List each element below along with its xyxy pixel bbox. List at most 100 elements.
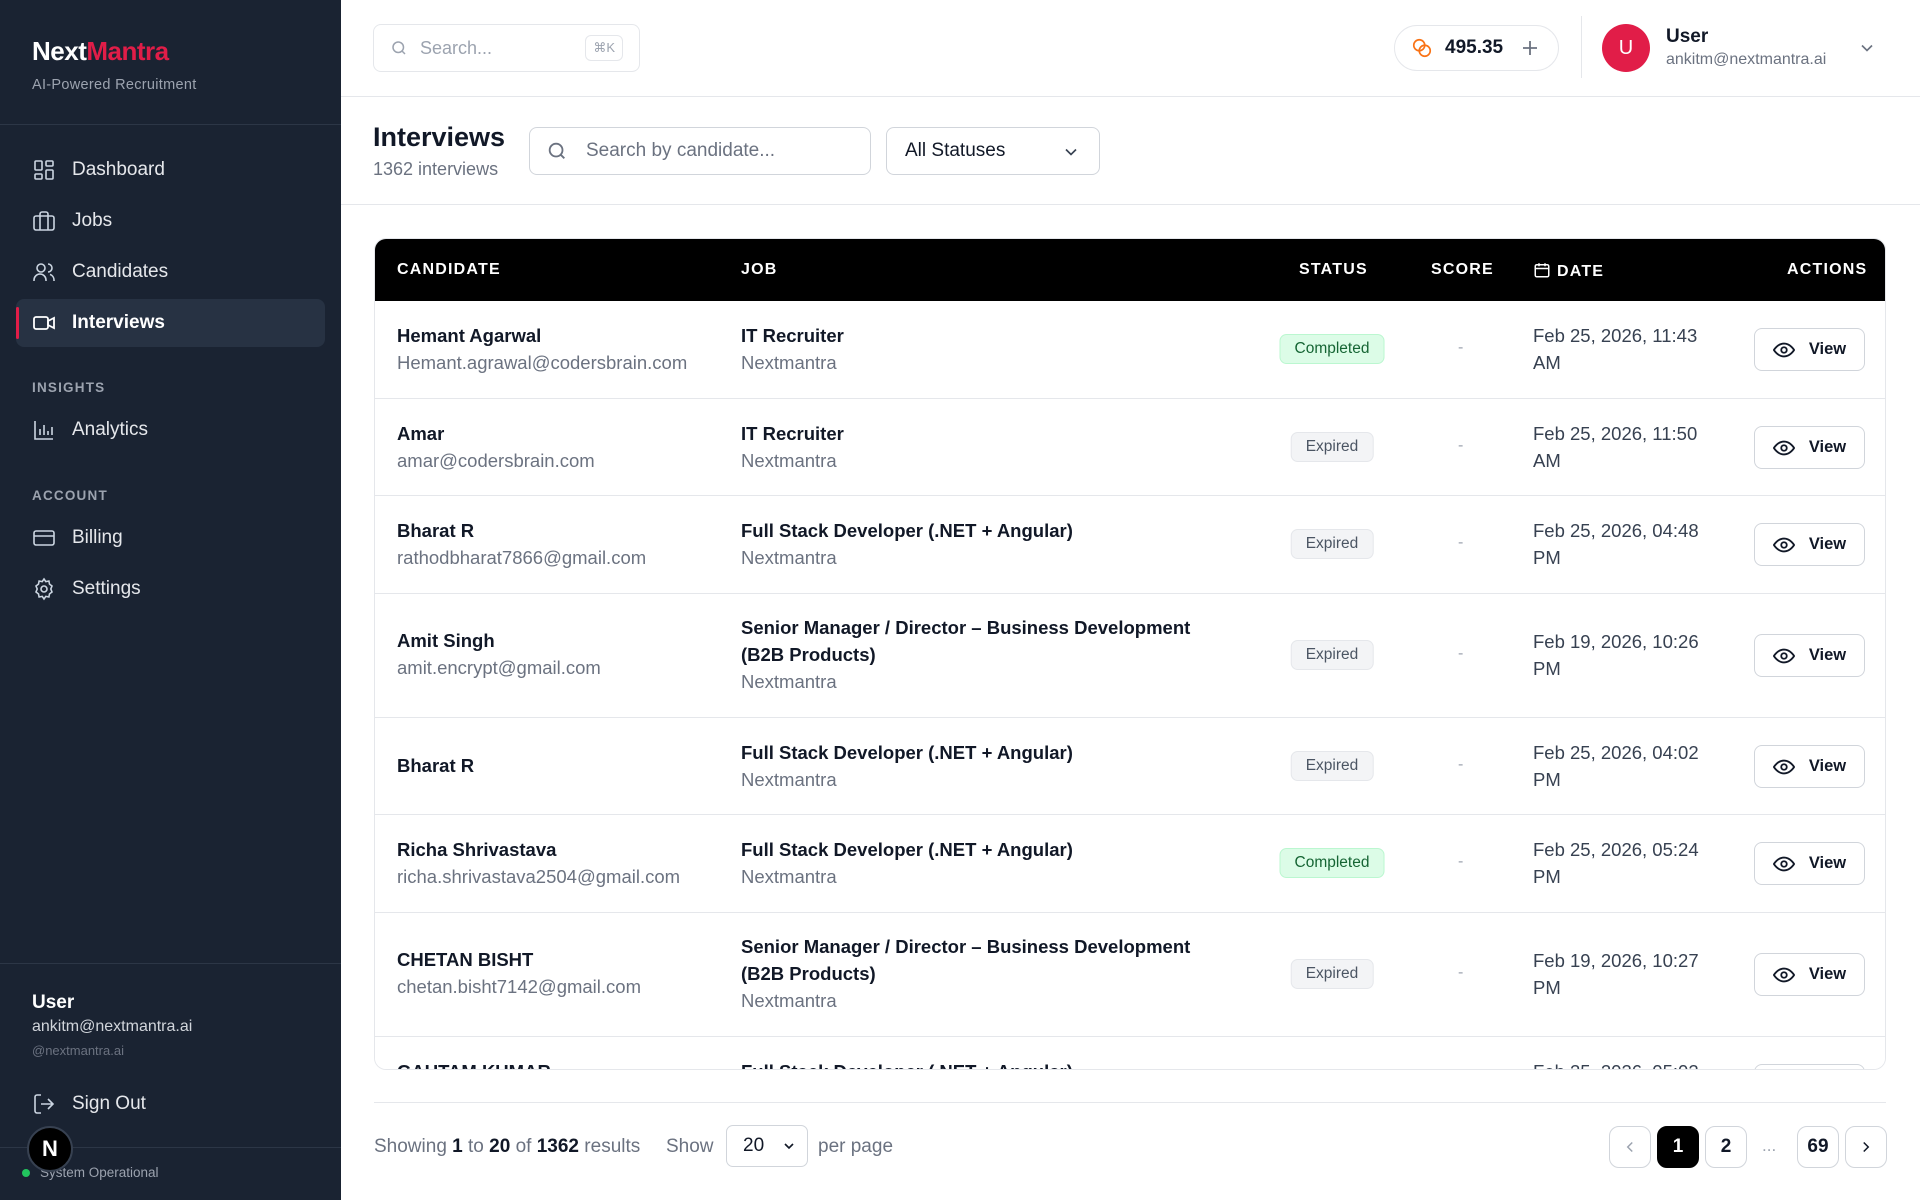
interview-date: Feb 19, 2026, 10:26 PM <box>1533 631 1699 679</box>
candidate-search-placeholder: Search by candidate... <box>586 140 776 161</box>
column-header-date[interactable]: DATE <box>1533 261 1604 281</box>
candidate-name: Richa Shrivastava <box>397 839 557 860</box>
dashboard-icon <box>34 160 54 180</box>
interview-date: Feb 25, 2026, 04:48 PM <box>1533 520 1699 568</box>
global-search-input[interactable]: Search... ⌘K <box>373 24 640 72</box>
table-row: GAUTAM KUMAR Full Stack Developer (.NET … <box>375 1037 1885 1069</box>
view-label: View <box>1808 965 1847 983</box>
interview-date: Feb 19, 2026, 10:27 PM <box>1533 950 1699 998</box>
sidebar-item-billing[interactable]: Billing <box>16 514 325 562</box>
interview-date: Feb 25, 2026, 05:24 PM <box>1533 839 1699 887</box>
sidebar-item-candidates[interactable]: Candidates <box>16 248 325 296</box>
view-button[interactable]: View <box>1754 523 1865 566</box>
sidebar-user-handle: @nextmantra.ai <box>32 1043 124 1058</box>
view-button[interactable]: View <box>1754 1064 1865 1069</box>
gear-icon <box>35 577 53 601</box>
candidate-name: Amar <box>397 423 445 444</box>
topbar: Search... ⌘K 495.35 U User ankitm@nextma… <box>341 0 1920 97</box>
global-search-placeholder: Search... <box>420 37 493 58</box>
candidate-name: CHETAN BISHT <box>397 949 534 970</box>
score-value: - <box>1458 339 1464 356</box>
avatar[interactable]: U <box>1602 24 1650 72</box>
eye-icon <box>1772 537 1795 552</box>
page-title: Interviews <box>373 122 506 152</box>
sidebar-item-label: Jobs <box>72 210 113 231</box>
candidate-email: richa.shrivastava2504@gmail.com <box>397 866 681 887</box>
page-button-1[interactable]: 1 <box>1657 1126 1699 1168</box>
chevron-right-icon <box>1863 1141 1870 1153</box>
candidate-search-input[interactable]: Search by candidate... <box>529 127 871 175</box>
sidebar-item-dashboard[interactable]: Dashboard <box>16 146 325 194</box>
results-word: results <box>584 1136 641 1157</box>
table-row: Amar amar@codersbrain.com IT Recruiter N… <box>375 399 1885 496</box>
candidate-name: Amit Singh <box>397 630 495 651</box>
job-title: Full Stack Developer (.NET + Angular) <box>741 520 1073 541</box>
sidebar-item-label: Candidates <box>72 261 169 282</box>
table-row: Richa Shrivastava richa.shrivastava2504@… <box>375 815 1885 913</box>
plus-icon[interactable] <box>1518 36 1542 60</box>
section-label-insights: INSIGHTS <box>32 380 106 395</box>
view-button[interactable]: View <box>1754 426 1865 469</box>
keyboard-shortcut: ⌘K <box>585 35 623 61</box>
eye-icon <box>1772 759 1795 774</box>
sidebar-item-analytics[interactable]: Analytics <box>16 406 325 454</box>
candidate-name: Bharat R <box>397 755 475 776</box>
topbar-user-name[interactable]: User <box>1666 26 1708 48</box>
sidebar-item-jobs[interactable]: Jobs <box>16 197 325 245</box>
page-button-last[interactable]: 69 <box>1797 1126 1839 1168</box>
view-button[interactable]: View <box>1754 745 1865 788</box>
range-to: 20 <box>489 1136 511 1157</box>
search-icon <box>548 142 565 159</box>
sidebar-item-settings[interactable]: Settings <box>16 565 325 613</box>
view-button[interactable]: View <box>1754 953 1865 996</box>
job-title: Full Stack Developer (.NET + Angular) <box>741 839 1073 860</box>
sidebar-item-label: Dashboard <box>72 159 165 180</box>
chevron-down-icon <box>1065 148 1077 156</box>
prev-page-button[interactable] <box>1609 1126 1651 1168</box>
score-value: - <box>1458 756 1464 773</box>
brand-logo[interactable]: NextMantra <box>32 36 169 67</box>
view-button[interactable]: View <box>1754 842 1865 885</box>
status-badge: Completed <box>1279 334 1385 364</box>
status-badge: Expired <box>1290 529 1374 559</box>
credits-value: 495.35 <box>1445 37 1504 58</box>
candidate-name: GAUTAM KUMAR <box>397 1061 551 1069</box>
job-title: Full Stack Developer (.NET + Angular) <box>741 1058 1201 1069</box>
view-button[interactable]: View <box>1754 328 1865 371</box>
candidate-email: Hemant.agrawal@codersbrain.com <box>397 352 688 373</box>
topbar-user-email: ankitm@nextmantra.ai <box>1666 51 1827 68</box>
per-page-select[interactable]: 20 <box>726 1125 808 1167</box>
job-title: IT Recruiter <box>741 325 844 346</box>
page-button-2[interactable]: 2 <box>1705 1126 1747 1168</box>
chevron-left-icon <box>1626 1141 1633 1153</box>
bar-chart-icon <box>34 421 53 440</box>
logout-icon <box>34 1094 55 1114</box>
search-icon <box>392 41 406 55</box>
view-button[interactable]: View <box>1754 634 1865 677</box>
column-header-candidate: CANDIDATE <box>397 261 501 278</box>
column-header-score[interactable]: SCORE <box>1431 261 1494 279</box>
candidate-email: rathodbharat7866@gmail.com <box>397 547 647 568</box>
view-label: View <box>1808 646 1847 664</box>
chevron-down-icon[interactable] <box>1857 38 1877 58</box>
eye-icon <box>1772 440 1795 455</box>
sidebar-item-label: Settings <box>72 578 141 599</box>
results-total: 1362 <box>536 1136 580 1157</box>
status-filter-select[interactable]: All Statuses <box>886 127 1100 175</box>
status-badge: Expired <box>1290 751 1374 781</box>
next-page-button[interactable] <box>1845 1126 1887 1168</box>
sign-out-label: Sign Out <box>72 1093 146 1114</box>
candidate-email: amit.encrypt@gmail.com <box>397 657 601 678</box>
job-company: Nextmantra <box>741 352 837 373</box>
briefcase-icon <box>33 211 55 231</box>
floating-n-badge[interactable]: N <box>27 1126 73 1172</box>
job-company: Nextmantra <box>741 450 837 471</box>
candidate-name: Hemant Agarwal <box>397 325 542 346</box>
sign-out-button[interactable]: Sign Out <box>32 1092 146 1116</box>
range-from: 1 <box>452 1136 463 1157</box>
sidebar-item-label: Billing <box>72 527 123 548</box>
credits-balance[interactable]: 495.35 <box>1394 25 1559 71</box>
topbar-divider <box>1581 16 1582 78</box>
to-word: to <box>468 1136 484 1157</box>
sidebar-item-interviews[interactable]: Interviews <box>16 299 325 347</box>
